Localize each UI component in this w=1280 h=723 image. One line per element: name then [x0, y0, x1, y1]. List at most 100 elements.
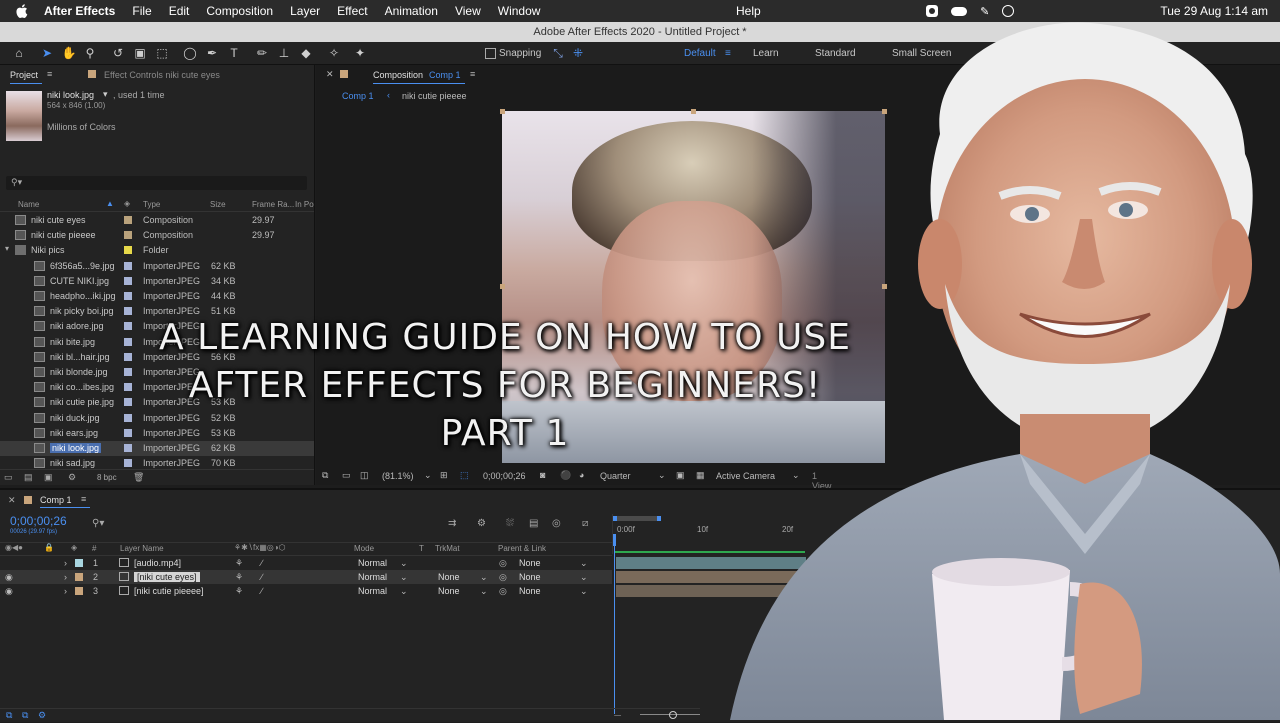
project-item-name[interactable]: 6f356a5...9e.jpg	[50, 261, 115, 271]
project-item[interactable]: niki cutie pieeee Composition 29.97	[0, 228, 314, 243]
timeline-menu-icon[interactable]: ≡	[81, 494, 86, 504]
resolution-chevron-icon[interactable]: ⌄	[658, 470, 666, 481]
layer-mode-dropdown[interactable]: Normal	[358, 558, 387, 568]
project-search-input[interactable]: ⚲▾	[6, 176, 307, 190]
menu-file[interactable]: File	[132, 4, 151, 18]
menu-layer[interactable]: Layer	[290, 4, 320, 18]
project-item-name[interactable]: niki cutie pieeee	[31, 230, 96, 240]
project-item-name[interactable]: niki bl...hair.jpg	[50, 352, 110, 362]
layer-name[interactable]: [niki cute eyes]	[134, 572, 200, 582]
bit-depth-button[interactable]: 8 bpc	[97, 473, 117, 482]
roto-brush-tool-icon[interactable]: ✧	[326, 45, 342, 61]
layer-label-swatch[interactable]	[75, 587, 83, 595]
parent-chevron-icon[interactable]: ⌄	[580, 558, 588, 569]
transform-handle-tl[interactable]	[500, 109, 505, 114]
toggle-render-time-icon[interactable]: ⚙	[38, 710, 46, 721]
menu-edit[interactable]: Edit	[169, 4, 190, 18]
parent-pickwhip-icon[interactable]: ◎	[499, 572, 507, 583]
color-channels-icon[interactable]: ◕	[579, 470, 584, 480]
show-snapshot-icon[interactable]: ⚫	[560, 470, 571, 481]
trkmat-header[interactable]: TrkMat	[435, 544, 460, 553]
menu-view[interactable]: View	[455, 4, 481, 18]
layer-name[interactable]: [niki cutie pieeee]	[134, 586, 204, 596]
menu-app-name[interactable]: After Effects	[44, 4, 115, 18]
layer-name[interactable]: [audio.mp4]	[134, 558, 181, 568]
title-action-safe-icon[interactable]: ⊞	[440, 470, 448, 481]
apple-icon[interactable]	[14, 3, 30, 19]
effect-controls-tab[interactable]: Effect Controls niki cute eyes	[104, 70, 220, 80]
quality-switch-icon[interactable]: ∕	[261, 572, 263, 582]
breadcrumb-comp1[interactable]: Comp 1	[342, 91, 374, 101]
project-item-label-swatch[interactable]	[124, 261, 132, 270]
draft-3d-icon[interactable]: ⚙	[477, 518, 486, 529]
project-item-name[interactable]: CUTE NIKI.jpg	[50, 276, 109, 286]
label-column-header-icon[interactable]: ◈	[71, 543, 77, 552]
snap-options-icon[interactable]: ⤡	[550, 45, 566, 61]
video-visibility-icon[interactable]: ◉	[5, 586, 13, 597]
pen-tool-icon[interactable]: ✒	[204, 45, 220, 61]
magnification-chevron-icon[interactable]: ⌄	[424, 470, 432, 481]
col-name-header[interactable]: Name	[18, 200, 39, 209]
comp-mini-flowchart-icon[interactable]: ⇉	[448, 518, 456, 529]
trkmat-chevron-icon[interactable]: ⌄	[480, 586, 488, 597]
transform-handle-tc[interactable]	[691, 109, 696, 114]
toggle-layer-switches-icon[interactable]: ⧉	[6, 710, 12, 721]
selection-tool-icon[interactable]: ➤	[39, 45, 55, 61]
new-folder-icon[interactable]: ▤	[24, 472, 33, 483]
brush-tool-icon[interactable]: ✏	[254, 45, 270, 61]
magnification-dropdown[interactable]: (81.1%)	[382, 471, 414, 481]
home-icon[interactable]: ⌂	[11, 45, 27, 61]
project-item-label-swatch[interactable]	[124, 459, 132, 468]
mode-header[interactable]: Mode	[354, 544, 374, 553]
menu-composition[interactable]: Composition	[206, 4, 273, 18]
work-area-bar[interactable]	[613, 516, 661, 521]
always-preview-icon[interactable]: ⧉	[322, 470, 328, 481]
project-item-name[interactable]: niki adore.jpg	[50, 321, 104, 331]
type-tool-icon[interactable]: T	[226, 45, 242, 61]
shy-switch-icon[interactable]: ⚘	[235, 572, 243, 583]
sort-ascending-icon[interactable]: ▲	[106, 199, 114, 208]
menu-animation[interactable]: Animation	[385, 4, 438, 18]
vr-goggles-icon[interactable]: ◫	[360, 470, 369, 481]
trkmat-dropdown[interactable]: None	[438, 586, 460, 596]
col-inpoint-header[interactable]: In Po	[295, 200, 314, 209]
composition-tab-name[interactable]: Comp 1	[429, 70, 461, 80]
project-item-label-swatch[interactable]	[124, 276, 132, 285]
project-item[interactable]: headpho...iki.jpg ImporterJPEG 44 KB	[0, 289, 314, 304]
mask-visibility-icon[interactable]: ⬚	[460, 470, 469, 481]
project-item-name[interactable]: Niki pics	[31, 245, 65, 255]
eraser-tool-icon[interactable]: ◆	[298, 45, 314, 61]
project-item-name[interactable]: niki cutie pie.jpg	[50, 397, 114, 407]
project-item[interactable]: 6f356a5...9e.jpg ImporterJPEG 62 KB	[0, 259, 314, 274]
parent-dropdown[interactable]: None	[519, 586, 541, 596]
current-time-display[interactable]: 0;00;00;26	[483, 471, 526, 481]
layer-mode-dropdown[interactable]: Normal	[358, 572, 387, 582]
quality-switch-icon[interactable]: ∕	[261, 558, 263, 568]
composition-tab-label[interactable]: Composition	[373, 70, 423, 80]
t-header[interactable]: T	[419, 544, 424, 553]
parent-header[interactable]: Parent & Link	[498, 544, 546, 553]
close-tab-icon[interactable]: ✕	[326, 69, 334, 80]
project-item-name[interactable]: niki ears.jpg	[50, 428, 98, 438]
quality-switch-icon[interactable]: ∕	[261, 586, 263, 596]
timeline-layer-row[interactable]: › 1 [audio.mp4] ⚘ ∕ Normal ⌄ ◎ None ⌄	[0, 556, 612, 570]
clone-stamp-tool-icon[interactable]: ⊥	[276, 45, 292, 61]
layer-label-swatch[interactable]	[75, 573, 83, 581]
mode-chevron-icon[interactable]: ⌄	[400, 586, 408, 597]
col-framerate-header[interactable]: Frame Ra...	[252, 200, 294, 209]
project-tab[interactable]: Project	[10, 70, 38, 80]
parent-pickwhip-icon[interactable]: ◎	[499, 558, 507, 569]
col-size-header[interactable]: Size	[210, 200, 226, 209]
work-area-start-handle[interactable]	[613, 516, 617, 521]
graph-editor-icon[interactable]: ⧄	[582, 518, 588, 529]
label-column-icon[interactable]: ◈	[124, 199, 130, 208]
frame-blending-icon[interactable]: ▤	[529, 518, 538, 529]
zoom-out-icon[interactable]: ⏤	[614, 710, 621, 721]
project-item[interactable]: ▾ Niki pics Folder	[0, 243, 314, 258]
panel-menu-icon[interactable]: ≡	[47, 69, 52, 79]
project-item-name[interactable]: headpho...iki.jpg	[50, 291, 116, 301]
timeline-tab-label[interactable]: Comp 1	[40, 495, 72, 505]
project-item-name[interactable]: niki duck.jpg	[50, 413, 100, 423]
snap-grid-icon[interactable]: ⁜	[570, 45, 586, 61]
parent-dropdown[interactable]: None	[519, 572, 541, 582]
